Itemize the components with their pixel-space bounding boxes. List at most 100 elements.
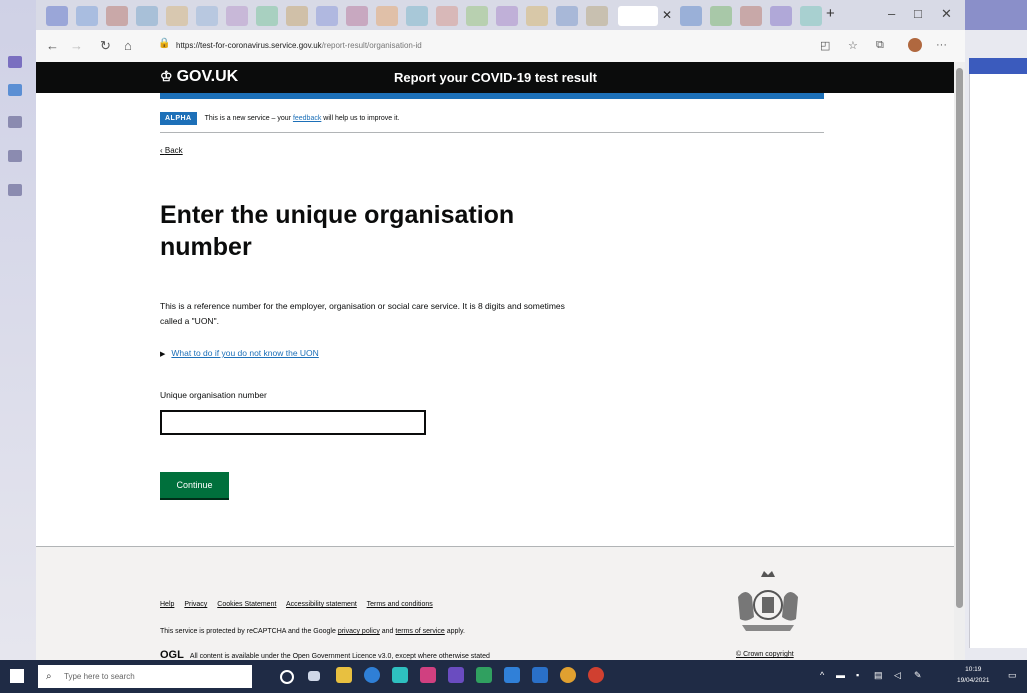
- close-tab-icon[interactable]: ✕: [662, 8, 672, 22]
- browser-tab[interactable]: [466, 6, 488, 26]
- browser-tab[interactable]: [526, 6, 548, 26]
- chrome-icon[interactable]: [560, 667, 576, 683]
- taskbar-search-box[interactable]: ⌕ Type here to search: [38, 665, 252, 688]
- crown-icon: ♔: [160, 68, 173, 84]
- scrollbar-thumb[interactable]: [956, 68, 963, 608]
- browser-tab[interactable]: [106, 6, 128, 26]
- recaptcha-text-before: This service is protected by reCAPTCHA a…: [160, 628, 338, 635]
- refresh-icon[interactable]: ↻: [100, 38, 111, 54]
- browser-tab[interactable]: [406, 6, 428, 26]
- maximize-icon[interactable]: □: [914, 6, 922, 21]
- desktop-app-icon[interactable]: [8, 56, 22, 68]
- uon-input[interactable]: [160, 410, 426, 435]
- footer-link-terms[interactable]: Terms and conditions: [367, 601, 433, 608]
- browser-tab[interactable]: [740, 6, 762, 26]
- browser-tab[interactable]: [226, 6, 248, 26]
- desktop-app-icon[interactable]: [8, 150, 22, 162]
- uon-label: Unique organisation number: [160, 390, 267, 400]
- background-window-panel: [969, 58, 1027, 648]
- govuk-footer: Help Privacy Cookies Statement Accessibi…: [36, 546, 954, 660]
- feedback-link[interactable]: feedback: [293, 115, 321, 122]
- recaptcha-text-after: apply.: [444, 628, 465, 635]
- browser-tab[interactable]: [376, 6, 398, 26]
- more-menu-icon[interactable]: ···: [936, 39, 947, 51]
- profile-avatar[interactable]: [908, 38, 922, 52]
- details-summary[interactable]: ▶ What to do if you do not know the UON: [160, 348, 319, 358]
- browser-tab[interactable]: [800, 6, 822, 26]
- browser-tab[interactable]: [586, 6, 608, 26]
- browser-tab[interactable]: [166, 6, 188, 26]
- close-window-icon[interactable]: ✕: [941, 6, 952, 22]
- reader-icon[interactable]: ◰: [820, 39, 830, 52]
- notifications-icon[interactable]: ▭: [1008, 670, 1017, 681]
- clock-time: 10:19: [965, 666, 982, 673]
- task-view-icon[interactable]: [308, 671, 320, 681]
- home-icon[interactable]: ⌂: [124, 38, 132, 53]
- back-link[interactable]: ‹ Back: [160, 146, 183, 155]
- taskbar-clock[interactable]: 10:19 19/04/2021: [957, 664, 990, 686]
- browser-tab[interactable]: [286, 6, 308, 26]
- app-icon[interactable]: [392, 667, 408, 683]
- browser-tab[interactable]: [256, 6, 278, 26]
- browser-tab[interactable]: [436, 6, 458, 26]
- app-icon[interactable]: [476, 667, 492, 683]
- back-arrow-icon[interactable]: ←: [46, 38, 59, 53]
- minimize-icon[interactable]: –: [888, 6, 895, 21]
- desktop-app-icon[interactable]: [8, 84, 22, 96]
- windows-start-icon[interactable]: [10, 669, 24, 683]
- ogl-licence: OGL All content is available under the Op…: [160, 649, 490, 660]
- new-tab-icon[interactable]: +: [826, 5, 835, 22]
- browser-tab[interactable]: [196, 6, 218, 26]
- browser-tab[interactable]: [710, 6, 732, 26]
- volume-icon[interactable]: ◁: [894, 670, 901, 681]
- browser-tab[interactable]: [680, 6, 702, 26]
- browser-tab[interactable]: [346, 6, 368, 26]
- footer-link-privacy[interactable]: Privacy: [184, 601, 207, 608]
- network-icon[interactable]: ▤: [874, 670, 883, 681]
- browser-tab[interactable]: [316, 6, 338, 26]
- pen-icon[interactable]: ✎: [914, 670, 922, 681]
- tray-app-icon[interactable]: ▪: [856, 670, 859, 680]
- browser-tab[interactable]: [136, 6, 158, 26]
- browser-tab[interactable]: [76, 6, 98, 26]
- url-input[interactable]: https://test-for-coronavirus.service.gov…: [176, 36, 826, 56]
- service-name[interactable]: Report your COVID-19 test result: [394, 70, 597, 85]
- terms-of-service-link[interactable]: terms of service: [395, 628, 444, 635]
- footer-link-help[interactable]: Help: [160, 601, 174, 608]
- govuk-logo[interactable]: ♔ GOV.UK: [160, 68, 238, 86]
- app-icon[interactable]: [588, 667, 604, 683]
- footer-link-cookies[interactable]: Cookies Statement: [217, 601, 276, 608]
- favorite-star-icon[interactable]: ☆: [848, 39, 858, 52]
- desktop-app-icon[interactable]: [8, 116, 22, 128]
- app-icon[interactable]: [420, 667, 436, 683]
- teams-icon[interactable]: [448, 667, 464, 683]
- continue-button[interactable]: Continue: [160, 472, 229, 498]
- file-explorer-icon[interactable]: [336, 667, 352, 683]
- browser-tab[interactable]: [770, 6, 792, 26]
- crown-copyright-link[interactable]: © Crown copyright: [736, 651, 794, 658]
- background-window-titlebar: [965, 0, 1027, 30]
- browser-tab[interactable]: [46, 6, 68, 26]
- app-icon[interactable]: [532, 667, 548, 683]
- lock-icon[interactable]: 🔒: [158, 38, 170, 49]
- browser-tab[interactable]: [556, 6, 578, 26]
- browser-tab-active[interactable]: [618, 6, 658, 26]
- phase-divider: [160, 132, 824, 133]
- background-window: [965, 0, 1027, 660]
- tray-app-icon[interactable]: ▬: [836, 670, 845, 680]
- outlook-icon[interactable]: [504, 667, 520, 683]
- desktop-left-strip: [0, 0, 36, 660]
- forward-arrow-icon[interactable]: →: [70, 38, 83, 53]
- collections-icon[interactable]: ⧉: [876, 39, 884, 52]
- phase-text-before: This is a new service – your: [204, 114, 293, 122]
- page-scrollbar[interactable]: [954, 62, 965, 660]
- tray-chevron-icon[interactable]: ^: [820, 670, 824, 680]
- footer-link-accessibility[interactable]: Accessibility statement: [286, 601, 357, 608]
- triangle-right-icon: ▶: [160, 351, 166, 358]
- ogl-text: All content is available under the Open …: [189, 653, 490, 660]
- privacy-policy-link[interactable]: privacy policy: [338, 628, 380, 635]
- desktop-app-icon[interactable]: [8, 184, 22, 196]
- cortana-icon[interactable]: [280, 670, 294, 684]
- browser-tab[interactable]: [496, 6, 518, 26]
- edge-browser-icon[interactable]: [364, 667, 380, 683]
